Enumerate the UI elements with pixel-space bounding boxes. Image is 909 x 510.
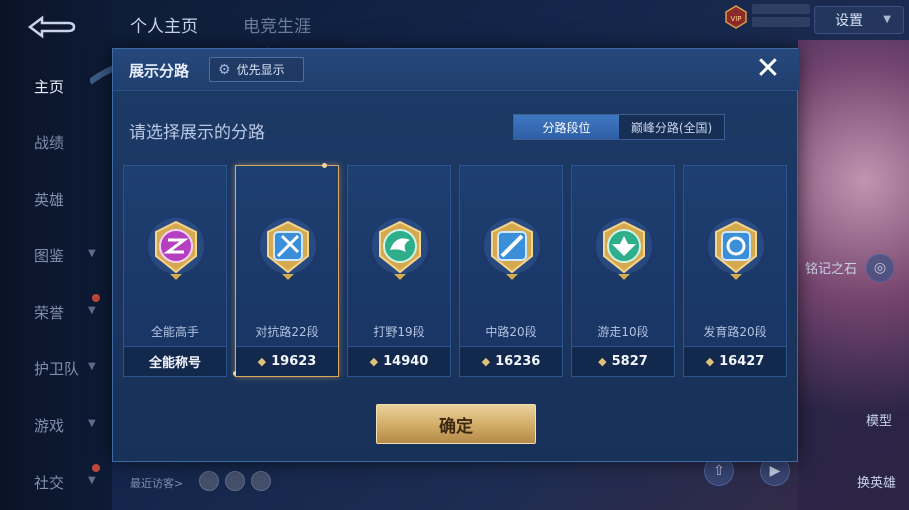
sidebar-item-label: 游戏 [34, 416, 65, 435]
lane-card-roam[interactable]: 游走10段 ◆ 5827 [571, 165, 675, 377]
lane-label: 全能高手 [150, 325, 199, 339]
sidebar-item-label: 主页 [34, 77, 65, 96]
priority-display-button[interactable]: ⚙ 优先显示 [209, 57, 304, 82]
lane-card-farm[interactable]: 发育路20段 ◆ 16427 [683, 165, 787, 377]
farm-lane-emblem-icon [708, 218, 764, 280]
rank-up-icon: ◆ [481, 355, 491, 368]
score-value: 19623 [271, 354, 317, 369]
sidebar-item-collection[interactable]: 图鉴 ▼ [0, 235, 112, 275]
score-value: 全能称号 [148, 356, 201, 371]
priority-label: 优先显示 [236, 63, 285, 77]
sidebar-item-label: 英雄 [34, 190, 65, 209]
selection-corner-dot [322, 163, 327, 168]
lane-score: ◆ 16236 [460, 346, 562, 376]
score-value: 14940 [383, 354, 429, 369]
avatar[interactable] [199, 471, 219, 491]
notification-dot [92, 464, 100, 472]
lane-label: 发育路20段 [703, 325, 767, 339]
lane-card-jungle[interactable]: 打野19段 ◆ 14940 [347, 165, 451, 377]
settings-label: 设置 [835, 13, 863, 29]
score-value: 5827 [611, 354, 648, 369]
lane-label: 中路20段 [485, 325, 537, 339]
sidebar-item-guard[interactable]: 护卫队 ▼ [0, 348, 112, 388]
dialog-title: 展示分路 [129, 62, 190, 80]
chevron-down-icon: ▼ [88, 475, 96, 486]
avatar[interactable] [251, 471, 271, 491]
clash-lane-emblem-icon [260, 218, 316, 280]
avatar[interactable] [225, 471, 245, 491]
rank-up-icon: ◆ [598, 355, 607, 368]
sidebar-item-label: 荣誉 [34, 303, 65, 322]
lane-card-mid[interactable]: 中路20段 ◆ 16236 [459, 165, 563, 377]
recent-visitors-label[interactable]: 最近访客> [130, 475, 183, 491]
lane-label: 游走10段 [597, 325, 649, 339]
sidebar-item-honor[interactable]: 荣誉 ▼ [0, 292, 112, 332]
top-tags [752, 4, 810, 30]
lane-score: ◆ 5827 [572, 346, 674, 376]
lane-score: 全能称号 [124, 346, 226, 376]
confirm-button[interactable]: 确定 [376, 404, 536, 444]
chevron-down-icon: ▼ [88, 418, 96, 429]
info-icon[interactable]: ◎ [866, 254, 894, 282]
chevron-down-icon: ▼ [88, 305, 96, 316]
close-icon[interactable]: ✕ [753, 54, 783, 85]
change-hero-label[interactable]: 换英雄 [857, 472, 896, 491]
vip-label: VIP [730, 15, 741, 23]
sidebar-item-label: 战绩 [34, 133, 65, 152]
settings-button[interactable]: 设置 ▼ [814, 6, 904, 34]
sidebar-item-label: 图鉴 [34, 246, 65, 265]
vip-badge-icon: VIP [725, 5, 747, 29]
sidebar-item-games[interactable]: 游戏 ▼ [0, 405, 112, 445]
rank-up-icon: ◆ [257, 355, 267, 368]
mid-lane-emblem-icon [484, 218, 540, 280]
sidebar-item-records[interactable]: 战绩 [0, 122, 112, 162]
back-arrow-icon[interactable] [24, 14, 76, 40]
tab-peak-lane[interactable]: 巅峰分路(全国) [619, 115, 724, 139]
sidebar-item-label: 社交 [34, 473, 65, 492]
model-label[interactable]: 模型 [866, 410, 892, 429]
rank-up-icon: ◆ [705, 355, 715, 368]
roam-emblem-icon [596, 218, 652, 280]
tab-career[interactable]: 电竞生涯 [243, 12, 311, 37]
lane-label: 对抗路22段 [255, 325, 319, 339]
lane-card-all-round[interactable]: 全能高手 全能称号 [123, 165, 227, 377]
dialog-header: 展示分路 ⚙ 优先显示 ✕ [113, 49, 799, 91]
dialog-subtitle: 请选择展示的分路 [129, 123, 265, 143]
lane-score: ◆ 19623 [236, 346, 338, 376]
gear-icon: ⚙ [218, 61, 231, 78]
score-value: 16427 [719, 354, 765, 369]
chevron-down-icon: ▼ [88, 361, 96, 372]
rank-up-icon: ◆ [369, 355, 379, 368]
all-round-emblem-icon [148, 218, 204, 280]
lane-card-clash[interactable]: 对抗路22段 ◆ 19623 [233, 163, 339, 377]
memory-stone-label[interactable]: 铭记之石 [805, 258, 857, 277]
jungle-emblem-icon [372, 218, 428, 280]
notification-dot [92, 294, 100, 302]
sidebar-item-social[interactable]: 社交 ▼ [0, 462, 112, 502]
lane-score: ◆ 16427 [684, 346, 786, 376]
chevron-down-icon: ▼ [883, 14, 891, 25]
tab-lane-rank[interactable]: 分路段位 [514, 115, 619, 139]
chevron-down-icon: ▼ [88, 248, 96, 259]
tab-profile[interactable]: 个人主页 [130, 12, 198, 37]
lane-mode-switch: 分路段位 巅峰分路(全国) [513, 114, 725, 140]
lane-label: 打野19段 [373, 325, 425, 339]
sidebar-item-label: 护卫队 [34, 359, 80, 378]
score-value: 16236 [495, 354, 541, 369]
lane-score: ◆ 14940 [348, 346, 450, 376]
sidebar-item-heroes[interactable]: 英雄 [0, 179, 112, 219]
lane-display-dialog: 展示分路 ⚙ 优先显示 ✕ 请选择展示的分路 分路段位 巅峰分路(全国) 全能高… [112, 48, 799, 462]
